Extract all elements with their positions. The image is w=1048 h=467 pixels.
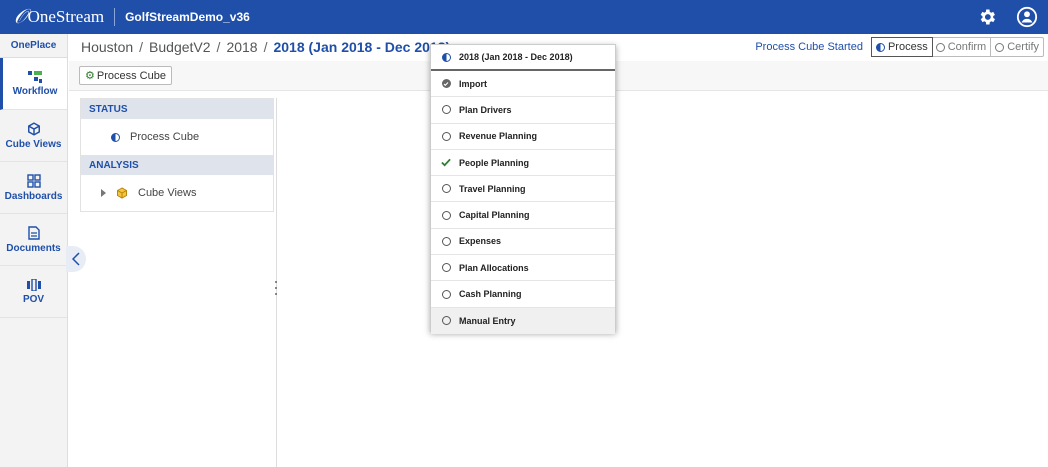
analysis-header: ANALYSIS	[81, 155, 273, 175]
circle-icon	[441, 131, 451, 141]
period-dropdown: 2018 (Jan 2018 - Dec 2018) Import Plan Dr…	[430, 44, 616, 334]
workflow-icon	[28, 70, 42, 83]
process-gear-icon: ⚙	[85, 70, 95, 82]
step-label: Certify	[1007, 41, 1039, 53]
circle-icon	[441, 105, 451, 115]
circle-icon	[441, 263, 451, 273]
nav-item-workflow[interactable]: Workflow	[0, 58, 67, 110]
circle-icon	[441, 236, 451, 246]
step-process-button[interactable]: Process	[870, 37, 933, 57]
circle-icon	[441, 184, 451, 194]
dropdown-item-manual-entry[interactable]: Manual Entry	[431, 307, 615, 334]
logo-text: OneStream	[27, 7, 105, 26]
dropdown-header[interactable]: 2018 (Jan 2018 - Dec 2018)	[431, 45, 615, 71]
app-name: GolfStreamDemo_v36	[125, 10, 250, 24]
dropdown-item-plan-drivers[interactable]: Plan Drivers	[431, 97, 615, 124]
step-label: Confirm	[947, 41, 987, 53]
nav-item-dashboards[interactable]: Dashboards	[0, 162, 67, 214]
process-cube-label: Process Cube	[96, 69, 166, 82]
top-bar: 𝒪 OneStream GolfStreamDemo_v36	[0, 0, 1048, 34]
dropdown-item-plan-allocations[interactable]: Plan Allocations	[431, 255, 615, 282]
top-icons	[976, 0, 1038, 34]
dropdown-item-label: Expenses	[459, 236, 502, 247]
dropdown-item-label: Capital Planning	[459, 210, 530, 221]
nav-item-documents[interactable]: Documents	[0, 214, 67, 266]
dropdown-item-people-planning[interactable]: People Planning	[431, 150, 615, 177]
nav-label: POV	[22, 293, 45, 305]
dropdown-item-expenses[interactable]: Expenses	[431, 229, 615, 256]
dropdown-item-label: People Planning	[459, 157, 530, 168]
completed-icon	[441, 79, 451, 89]
step-label: Process	[887, 41, 928, 53]
dropdown-header-label: 2018 (Jan 2018 - Dec 2018)	[459, 52, 573, 62]
onestream-logo[interactable]: 𝒪 OneStream	[0, 0, 104, 34]
circle-icon	[935, 42, 945, 52]
nav-label: Dashboards	[4, 190, 63, 202]
document-icon	[27, 225, 40, 240]
dropdown-item-revenue-planning[interactable]: Revenue Planning	[431, 124, 615, 150]
status-item-label: Process Cube	[130, 131, 200, 143]
dropdown-item-label: Travel Planning	[459, 183, 526, 194]
breadcrumb-part[interactable]: BudgetV2	[149, 39, 211, 55]
dropdown-item-label: Manual Entry	[459, 315, 516, 326]
analysis-item-label: Cube Views	[138, 187, 197, 199]
chevron-left-icon	[72, 252, 80, 266]
status-header: STATUS	[81, 99, 273, 119]
step-selector: Process Confirm Certify	[870, 37, 1044, 57]
pov-icon	[26, 278, 41, 291]
cube-icon	[117, 187, 127, 199]
nav-label: Workflow	[12, 85, 58, 97]
dropdown-item-label: Revenue Planning	[459, 131, 538, 142]
oneplace-tab[interactable]: OnePlace	[0, 34, 67, 58]
process-cube-button[interactable]: ⚙ Process Cube	[79, 66, 172, 85]
expand-triangle-icon[interactable]	[101, 189, 106, 197]
workflow-status: Process Cube Started Process Confirm Cer…	[755, 37, 1044, 57]
workflow-panel: STATUS Process Cube ANALYSIS Cube Views	[80, 98, 274, 212]
dropdown-item-capital-planning[interactable]: Capital Planning	[431, 202, 615, 229]
checkmark-icon	[441, 158, 451, 168]
circle-icon	[995, 42, 1005, 52]
dropdown-item-cash-planning[interactable]: Cash Planning	[431, 281, 615, 308]
circle-icon	[441, 289, 451, 299]
logo-divider	[114, 8, 116, 26]
status-text: Process Cube Started	[755, 41, 863, 53]
nav-item-pov[interactable]: POV	[0, 266, 67, 318]
breadcrumb-part[interactable]: 2018	[226, 39, 257, 55]
breadcrumb-separator: /	[139, 39, 144, 55]
step-confirm-button[interactable]: Confirm	[932, 38, 992, 56]
breadcrumb-separator: /	[216, 39, 221, 55]
nav-item-cube-views[interactable]: Cube Views	[0, 110, 67, 162]
dropdown-item-label: Import	[459, 78, 487, 89]
nav-label: Cube Views	[5, 138, 62, 150]
breadcrumb-separator: /	[263, 39, 268, 55]
half-circle-icon	[875, 42, 885, 52]
dashboards-icon	[26, 173, 41, 188]
collapse-nav-button[interactable]	[66, 246, 86, 272]
status-process-cube-item[interactable]: Process Cube	[81, 119, 273, 155]
half-circle-icon	[441, 52, 451, 62]
dropdown-item-label: Plan Drivers	[459, 104, 512, 115]
dropdown-item-label: Cash Planning	[459, 289, 522, 300]
gear-icon[interactable]	[976, 6, 998, 28]
analysis-cube-views-item[interactable]: Cube Views	[81, 175, 273, 211]
step-certify-button[interactable]: Certify	[991, 38, 1043, 56]
logo-mark-icon: 𝒪	[14, 5, 27, 28]
breadcrumb-current-label: 2018 (Jan 2018 - Dec 2018)	[273, 39, 451, 55]
half-circle-icon	[111, 132, 120, 142]
dropdown-item-import[interactable]: Import	[431, 71, 615, 98]
splitter-handle-icon[interactable]	[274, 281, 278, 295]
circle-icon	[441, 316, 451, 326]
nav-label: Documents	[6, 242, 61, 254]
cube-icon	[27, 121, 40, 136]
user-icon[interactable]	[1016, 6, 1038, 28]
dropdown-item-label: Plan Allocations	[459, 262, 529, 273]
left-nav: OnePlace Workflow Cube Views Dashboards …	[0, 34, 68, 467]
breadcrumb-part[interactable]: Houston	[81, 39, 133, 55]
dropdown-item-travel-planning[interactable]: Travel Planning	[431, 176, 615, 203]
circle-icon	[441, 210, 451, 220]
